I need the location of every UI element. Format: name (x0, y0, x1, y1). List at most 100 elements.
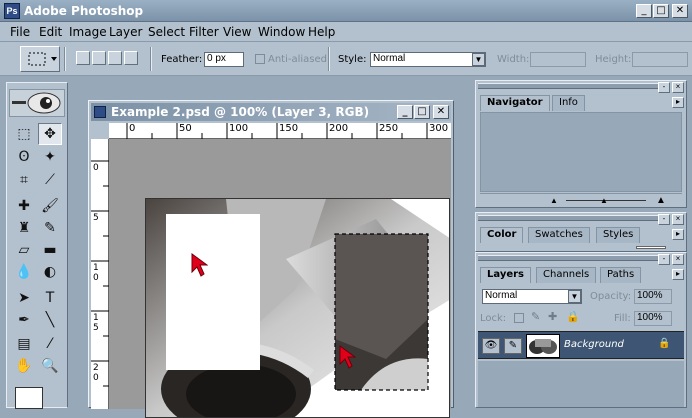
color-slider[interactable] (636, 246, 666, 249)
menu-layer[interactable]: Layer (109, 25, 142, 39)
eraser-tool-icon[interactable]: ▱ (12, 239, 36, 261)
pen-tool-icon[interactable]: ✒ (12, 309, 36, 331)
panel-grip[interactable] (478, 255, 658, 261)
opacity-input[interactable]: 100% (634, 289, 672, 304)
lasso-tool-icon[interactable]: ʘ (12, 146, 36, 168)
zoom-slider-handle[interactable]: ▲ (600, 196, 608, 205)
maximize-button[interactable]: □ (653, 4, 669, 18)
photoshop-app-icon[interactable]: Ps (4, 3, 20, 19)
doc-minimize-button[interactable]: _ (397, 105, 413, 119)
brush-link-icon[interactable]: ✎ (504, 338, 522, 354)
tab-swatches[interactable]: Swatches (528, 227, 590, 243)
move-tool-icon[interactable]: ✥ (38, 123, 62, 145)
document-icon (94, 106, 106, 118)
hand-tool-icon[interactable]: ✋ (12, 355, 36, 377)
panel-grip[interactable] (478, 83, 658, 89)
minimize-button[interactable]: _ (636, 4, 652, 18)
notes-tool-icon[interactable]: ▤ (12, 333, 36, 355)
eye-logo-icon (12, 92, 61, 114)
crop-tool-icon[interactable]: ⌗ (12, 169, 36, 191)
panel-grip[interactable] (478, 215, 658, 221)
fill-input[interactable]: 100% (634, 311, 672, 326)
feather-input[interactable]: 0 px (204, 52, 244, 67)
menu-help[interactable]: Help (308, 25, 335, 39)
navigator-preview[interactable] (480, 112, 682, 192)
panel-close-button[interactable]: × (672, 254, 684, 265)
intersect-selection-button[interactable] (124, 51, 138, 65)
style-select[interactable]: Normal (370, 52, 486, 67)
tool-preset-picker[interactable] (20, 46, 60, 72)
foreground-color-swatch[interactable] (15, 387, 43, 409)
layers-panel: - × Layers Channels Paths ▸ Normal ▼ Opa… (475, 252, 687, 408)
blend-mode-select[interactable]: Normal (482, 289, 582, 304)
ruler-v-label: 5 (93, 213, 99, 223)
type-tool-icon[interactable]: T (38, 287, 62, 309)
tab-paths[interactable]: Paths (600, 267, 642, 283)
zoom-out-icon[interactable]: ▲ (550, 196, 558, 205)
panel-minimize-button[interactable]: - (658, 254, 670, 265)
menu-filter[interactable]: Filter (189, 25, 219, 39)
lock-pixels-icon[interactable]: ✎ (531, 310, 540, 323)
height-input[interactable] (632, 52, 688, 67)
dodge-tool-icon[interactable]: ◐ (38, 261, 62, 283)
tab-styles[interactable]: Styles (596, 227, 641, 243)
menu-image[interactable]: Image (69, 25, 107, 39)
layer-thumbnail (526, 334, 560, 358)
panel-menu-button[interactable]: ▸ (672, 229, 684, 240)
tab-color[interactable]: Color (480, 227, 524, 243)
subtract-selection-button[interactable] (108, 51, 122, 65)
ruler-h-label: 0 (129, 123, 136, 134)
close-button[interactable]: ✕ (672, 4, 688, 18)
chevron-down-icon[interactable]: ▼ (472, 53, 485, 66)
menu-file[interactable]: File (10, 25, 30, 39)
cursor-arrow-icon (339, 345, 356, 369)
gradient-tool-icon[interactable]: ▬ (38, 239, 62, 261)
tab-info[interactable]: Info (552, 95, 585, 111)
marquee-tool-icon[interactable]: ⬚ (12, 123, 36, 145)
chevron-down-icon[interactable]: ▼ (568, 290, 581, 303)
photoshop-logo[interactable] (9, 89, 65, 117)
tab-navigator[interactable]: Navigator (480, 95, 550, 111)
panel-close-button[interactable]: × (672, 214, 684, 225)
doc-close-button[interactable]: ✕ (433, 105, 449, 119)
zoom-in-icon[interactable]: ▲ (656, 195, 666, 206)
zoom-tool-icon[interactable]: 🔍 (38, 355, 62, 377)
ruler-v-label: 2 0 (93, 363, 99, 383)
brush-tool-icon[interactable]: 🖌 (38, 195, 62, 217)
menu-view[interactable]: View (223, 25, 251, 39)
menu-select[interactable]: Select (148, 25, 185, 39)
layer-row[interactable]: 👁 ✎ Background 🔒 (478, 331, 684, 359)
eyedropper-tool-icon[interactable]: ⁄ (38, 333, 62, 355)
tab-layers[interactable]: Layers (480, 267, 531, 283)
doc-maximize-button[interactable]: □ (414, 105, 430, 119)
path-selection-tool-icon[interactable]: ➤ (12, 287, 36, 309)
visibility-eye-icon[interactable]: 👁 (482, 338, 500, 354)
panel-menu-button[interactable]: ▸ (672, 269, 684, 280)
lock-transparency-checkbox[interactable] (514, 313, 524, 323)
antialias-checkbox[interactable] (255, 54, 265, 64)
feather-label: Feather: (161, 54, 203, 65)
clone-stamp-tool-icon[interactable]: ♜ (12, 217, 36, 239)
add-to-selection-button[interactable] (92, 51, 106, 65)
panel-close-button[interactable]: × (672, 82, 684, 93)
panel-minimize-button[interactable]: - (658, 82, 670, 93)
line-tool-icon[interactable]: ╲ (38, 309, 62, 331)
image-canvas[interactable] (145, 198, 450, 418)
tab-channels[interactable]: Channels (536, 267, 597, 283)
ruler-v-label: 1 0 (93, 263, 99, 283)
magic-wand-tool-icon[interactable]: ✦ (38, 146, 62, 168)
lock-all-icon[interactable]: 🔒 (566, 310, 580, 323)
panel-minimize-button[interactable]: - (658, 214, 670, 225)
menu-window[interactable]: Window (258, 25, 305, 39)
height-label: Height: (595, 54, 632, 65)
menu-edit[interactable]: Edit (39, 25, 62, 39)
healing-brush-tool-icon[interactable]: ✚ (12, 195, 36, 217)
new-selection-button[interactable] (76, 51, 90, 65)
panel-menu-button[interactable]: ▸ (672, 97, 684, 108)
lock-position-icon[interactable]: ✚ (548, 310, 557, 323)
cursor-arrow-icon (191, 253, 208, 277)
blur-tool-icon[interactable]: 💧 (12, 261, 36, 283)
width-input[interactable] (530, 52, 586, 67)
history-brush-tool-icon[interactable]: ✎ (38, 217, 62, 239)
slice-tool-icon[interactable]: ⟋ (38, 169, 62, 191)
